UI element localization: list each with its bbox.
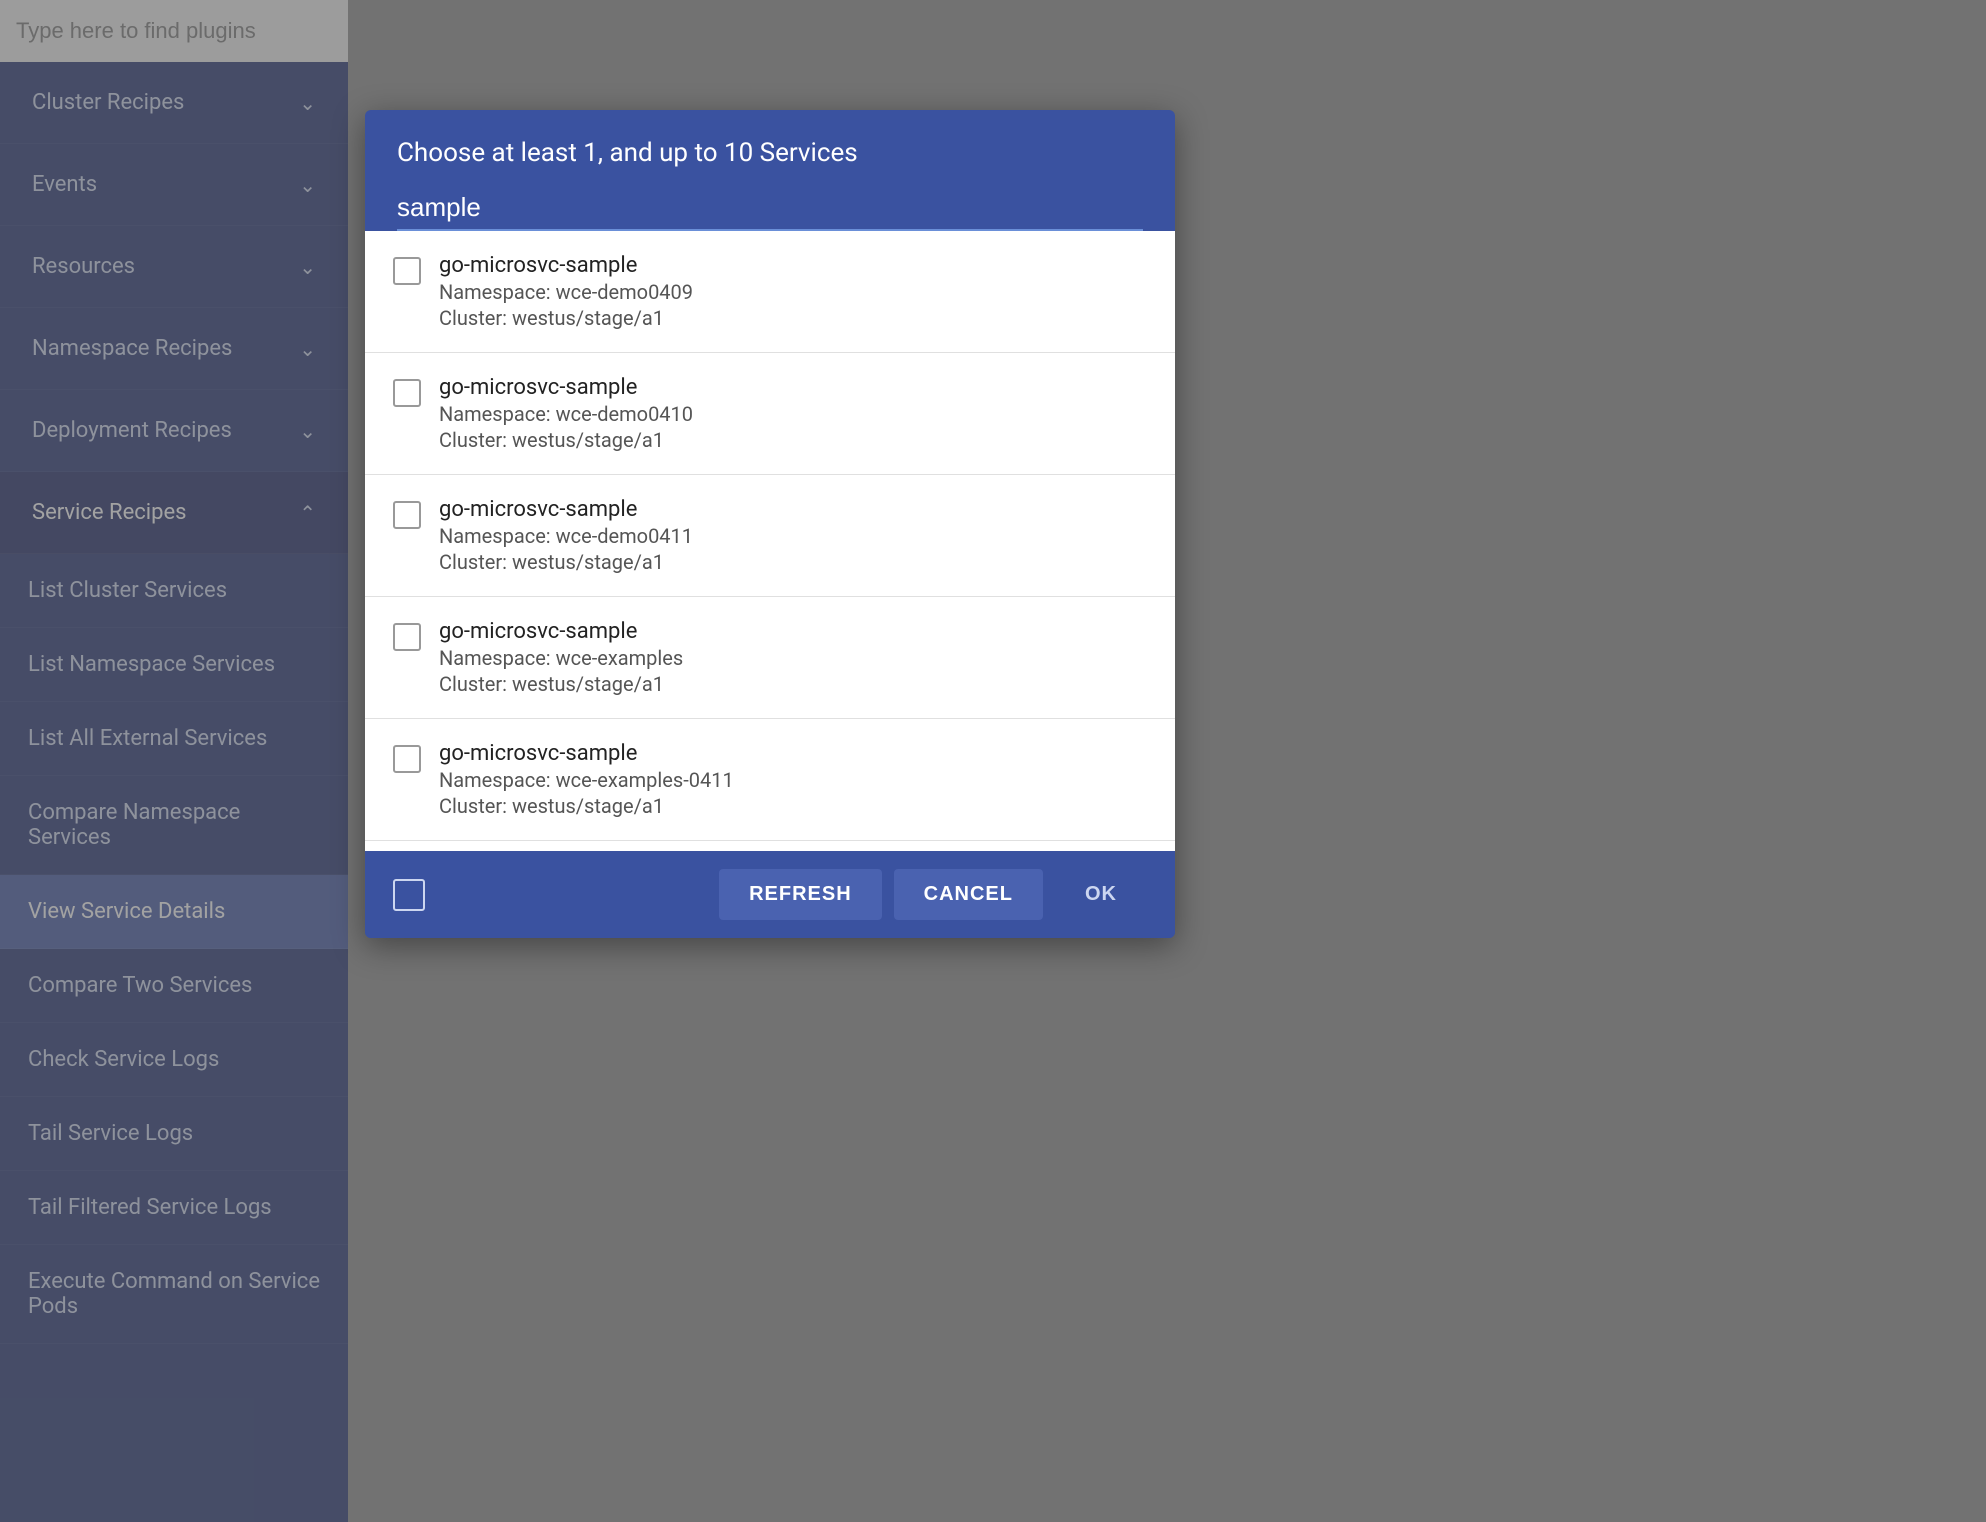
item-checkbox-2[interactable] — [393, 501, 421, 529]
item-cluster: Cluster: westus/stage/a1 — [439, 672, 683, 696]
list-item: go-microsvc-sample — [365, 841, 1175, 851]
list-item: go-microsvc-sample Namespace: wce-demo04… — [365, 231, 1175, 353]
item-name: go-microsvc-sample — [439, 741, 734, 766]
select-all-checkbox[interactable] — [393, 879, 425, 911]
item-cluster: Cluster: westus/stage/a1 — [439, 306, 693, 330]
item-name: go-microsvc-sample — [439, 253, 693, 278]
item-checkbox-0[interactable] — [393, 257, 421, 285]
item-namespace: Namespace: wce-examples-0411 — [439, 768, 734, 792]
list-item: go-microsvc-sample Namespace: wce-exampl… — [365, 719, 1175, 841]
modal-header: Choose at least 1, and up to 10 Services — [365, 110, 1175, 231]
service-selection-modal: Choose at least 1, and up to 10 Services… — [365, 110, 1175, 938]
item-info-3: go-microsvc-sample Namespace: wce-exampl… — [439, 619, 683, 696]
item-cluster: Cluster: westus/stage/a1 — [439, 794, 734, 818]
refresh-button[interactable]: REFRESH — [719, 869, 882, 920]
item-info-2: go-microsvc-sample Namespace: wce-demo04… — [439, 497, 693, 574]
modal-items-list: go-microsvc-sample Namespace: wce-demo04… — [365, 231, 1175, 851]
item-name: go-microsvc-sample — [439, 619, 683, 644]
list-item: go-microsvc-sample Namespace: wce-exampl… — [365, 597, 1175, 719]
item-checkbox-4[interactable] — [393, 745, 421, 773]
modal-title: Choose at least 1, and up to 10 Services — [397, 138, 1143, 168]
modal-footer: REFRESH CANCEL OK — [365, 851, 1175, 938]
cancel-button[interactable]: CANCEL — [894, 869, 1043, 920]
item-namespace: Namespace: wce-demo0411 — [439, 524, 693, 548]
item-info-4: go-microsvc-sample Namespace: wce-exampl… — [439, 741, 734, 818]
modal-search-input[interactable] — [397, 186, 1143, 231]
item-cluster: Cluster: westus/stage/a1 — [439, 550, 693, 574]
item-cluster: Cluster: westus/stage/a1 — [439, 428, 693, 452]
item-namespace: Namespace: wce-examples — [439, 646, 683, 670]
list-item: go-microsvc-sample Namespace: wce-demo04… — [365, 475, 1175, 597]
item-name: go-microsvc-sample — [439, 497, 693, 522]
item-namespace: Namespace: wce-demo0409 — [439, 280, 693, 304]
list-item: go-microsvc-sample Namespace: wce-demo04… — [365, 353, 1175, 475]
item-checkbox-1[interactable] — [393, 379, 421, 407]
item-checkbox-3[interactable] — [393, 623, 421, 651]
item-name: go-microsvc-sample — [439, 375, 693, 400]
ok-button[interactable]: OK — [1055, 869, 1147, 920]
item-namespace: Namespace: wce-demo0410 — [439, 402, 693, 426]
item-info-0: go-microsvc-sample Namespace: wce-demo04… — [439, 253, 693, 330]
item-info-1: go-microsvc-sample Namespace: wce-demo04… — [439, 375, 693, 452]
